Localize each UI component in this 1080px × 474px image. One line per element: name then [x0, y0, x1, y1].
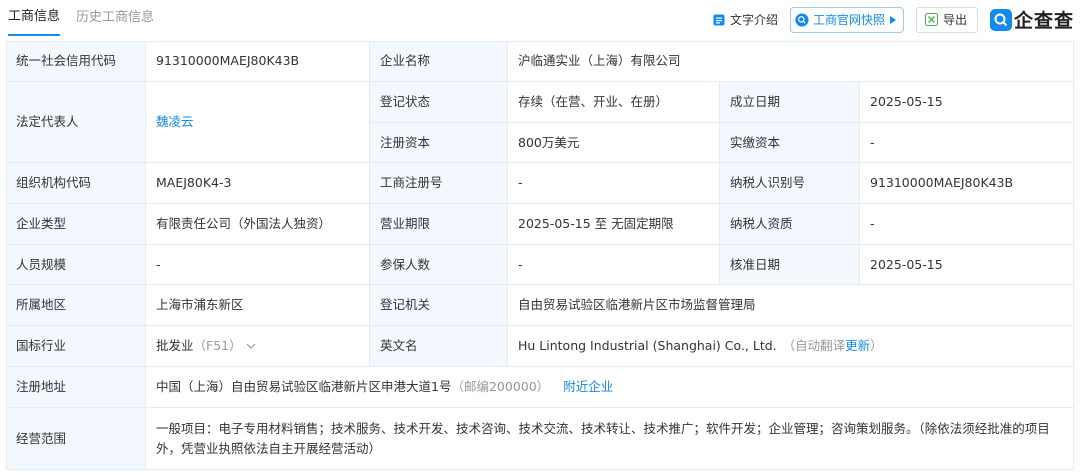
label-staff-size: 人员规模 — [6, 245, 146, 285]
value-credit-code: 91310000MAEJ80K43B — [146, 41, 370, 82]
label-company-name: 企业名称 — [370, 41, 508, 82]
snapshot-button[interactable]: 工商官网快照 — [789, 6, 904, 33]
industry-name: 批发业 — [156, 338, 194, 353]
export-label: 导出 — [942, 13, 967, 27]
value-biz-term: 2025-05-15 至 无固定期限 — [508, 204, 720, 245]
label-region: 所属地区 — [6, 285, 146, 326]
tab-history-business-info[interactable]: 历史工商信息 — [76, 0, 154, 36]
value-industry[interactable]: 批发业 （F51） — [146, 326, 370, 367]
label-reg-authority: 登记机关 — [370, 285, 508, 326]
snapshot-label: 工商官网快照 — [812, 13, 885, 27]
value-insured: - — [508, 245, 720, 285]
label-industry: 国标行业 — [6, 326, 146, 367]
text-intro-button[interactable]: 文字介绍 — [712, 8, 778, 32]
label-paid-capital: 实缴资本 — [720, 123, 860, 163]
label-reg-address: 注册地址 — [6, 367, 146, 408]
label-credit-code: 统一社会信用代码 — [6, 41, 146, 82]
value-taxpayer-id: 91310000MAEJ80K43B — [860, 163, 1074, 204]
label-taxpayer-qual: 纳税人资质 — [720, 204, 860, 245]
label-est-date: 成立日期 — [720, 82, 860, 123]
value-company-name: 沪临通实业（上海）有限公司 — [508, 41, 1074, 82]
value-paid-capital: - — [860, 123, 1074, 163]
top-bar: 工商信息 历史工商信息 文字介绍 工商官网快照 导出 企查查 — [0, 0, 1080, 36]
postcode: （邮编200000） — [451, 379, 550, 394]
tab-bar: 工商信息 历史工商信息 — [8, 0, 170, 36]
value-org-code: MAEJ80K4-3 — [146, 163, 370, 204]
label-english-name: 英文名 — [370, 326, 508, 367]
document-icon — [712, 13, 726, 27]
label-biz-reg-no: 工商注册号 — [370, 163, 508, 204]
label-biz-scope: 经营范围 — [6, 408, 146, 470]
label-insured: 参保人数 — [370, 245, 508, 285]
value-reg-authority: 自由贸易试验区临港新片区市场监督管理局 — [508, 285, 1074, 326]
translate-update-link[interactable]: 更新 — [845, 336, 870, 356]
value-reg-status: 存续（在营、开业、在册） — [508, 82, 720, 123]
logo-icon — [989, 8, 1012, 31]
brand-name: 企查查 — [1013, 10, 1074, 32]
value-approval-date: 2025-05-15 — [860, 245, 1074, 285]
legal-rep-link[interactable]: 魏凌云 — [156, 112, 194, 132]
label-reg-status: 登记状态 — [370, 82, 508, 123]
play-arrow-icon — [889, 13, 897, 27]
industry-code: （F51） — [193, 338, 242, 353]
translate-note: （自动翻译 — [782, 338, 846, 353]
label-biz-term: 营业期限 — [370, 204, 508, 245]
nearby-companies-link[interactable]: 附近企业 — [563, 377, 613, 397]
export-button[interactable]: 导出 — [915, 6, 978, 33]
value-taxpayer-qual: - — [860, 204, 1074, 245]
value-reg-capital: 800万美元 — [508, 123, 720, 163]
english-name-text: Hu Lintong Industrial (Shanghai) Co., Lt… — [518, 338, 777, 353]
label-company-type: 企业类型 — [6, 204, 146, 245]
tab-business-info[interactable]: 工商信息 — [8, 0, 61, 36]
label-org-code: 组织机构代码 — [6, 163, 146, 204]
value-biz-reg-no: - — [508, 163, 720, 204]
translate-note-close: ） — [870, 338, 883, 353]
label-taxpayer-id: 纳税人识别号 — [720, 163, 860, 204]
brand-logo: 企查查 — [989, 6, 1074, 33]
value-legal-rep: 魏凌云 — [146, 82, 370, 163]
label-reg-capital: 注册资本 — [370, 123, 508, 163]
value-biz-scope: 一般项目：电子专用材料销售；技术服务、技术开发、技术咨询、技术交流、技术转让、技… — [146, 408, 1074, 470]
value-region: 上海市浦东新区 — [146, 285, 370, 326]
label-approval-date: 核准日期 — [720, 245, 860, 285]
value-reg-address: 中国（上海）自由贸易试验区临港新片区申港大道1号 （邮编200000） 附近企业 — [146, 367, 1074, 408]
label-legal-rep: 法定代表人 — [6, 82, 146, 163]
toolbar: 文字介绍 工商官网快照 导出 企查查 — [700, 6, 1074, 33]
value-est-date: 2025-05-15 — [860, 82, 1074, 123]
text-intro-label: 文字介绍 — [729, 13, 778, 27]
value-english-name: Hu Lintong Industrial (Shanghai) Co., Lt… — [508, 326, 1074, 367]
business-info-table: 统一社会信用代码 91310000MAEJ80K43B 企业名称 沪临通实业（上… — [6, 41, 1074, 470]
chevron-down-icon[interactable] — [246, 336, 256, 356]
value-staff-size: - — [146, 245, 370, 285]
excel-icon — [925, 13, 939, 27]
value-company-type: 有限责任公司（外国法人独资） — [146, 204, 370, 245]
snapshot-icon — [795, 12, 809, 27]
reg-address-text: 中国（上海）自由贸易试验区临港新片区申港大道1号 — [156, 379, 452, 394]
